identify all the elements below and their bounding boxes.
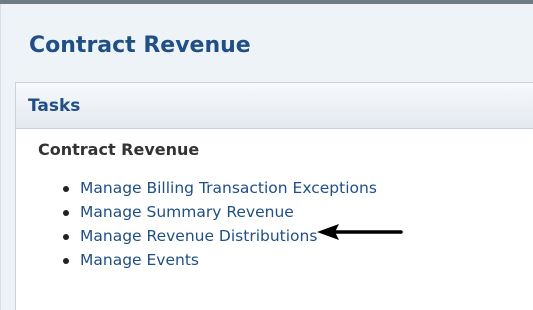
bullet-icon xyxy=(63,234,69,240)
task-link-manage-billing-transaction-exceptions[interactable]: Manage Billing Transaction Exceptions xyxy=(80,179,377,197)
tasks-header[interactable]: Tasks xyxy=(16,83,533,129)
task-link-manage-events[interactable]: Manage Events xyxy=(80,251,199,269)
bullet-icon xyxy=(63,258,69,264)
bullet-icon xyxy=(63,210,69,216)
task-item-manage-events: Manage Events xyxy=(63,249,377,273)
bullet-icon xyxy=(63,186,69,192)
contract-revenue-panel: Contract Revenue Tasks Contract Revenue … xyxy=(0,4,533,310)
task-item-manage-billing-transaction-exceptions: Manage Billing Transaction Exceptions xyxy=(63,177,377,201)
task-link-manage-summary-revenue[interactable]: Manage Summary Revenue xyxy=(80,203,294,221)
task-link-manage-revenue-distributions[interactable]: Manage Revenue Distributions xyxy=(80,227,317,245)
tasks-header-label: Tasks xyxy=(28,96,81,116)
task-group-title: Contract Revenue xyxy=(38,140,200,159)
tasks-region: Tasks Contract Revenue Manage Billing Tr… xyxy=(15,82,533,310)
panel-title: Contract Revenue xyxy=(29,33,251,58)
arrow-left-icon xyxy=(317,224,403,240)
